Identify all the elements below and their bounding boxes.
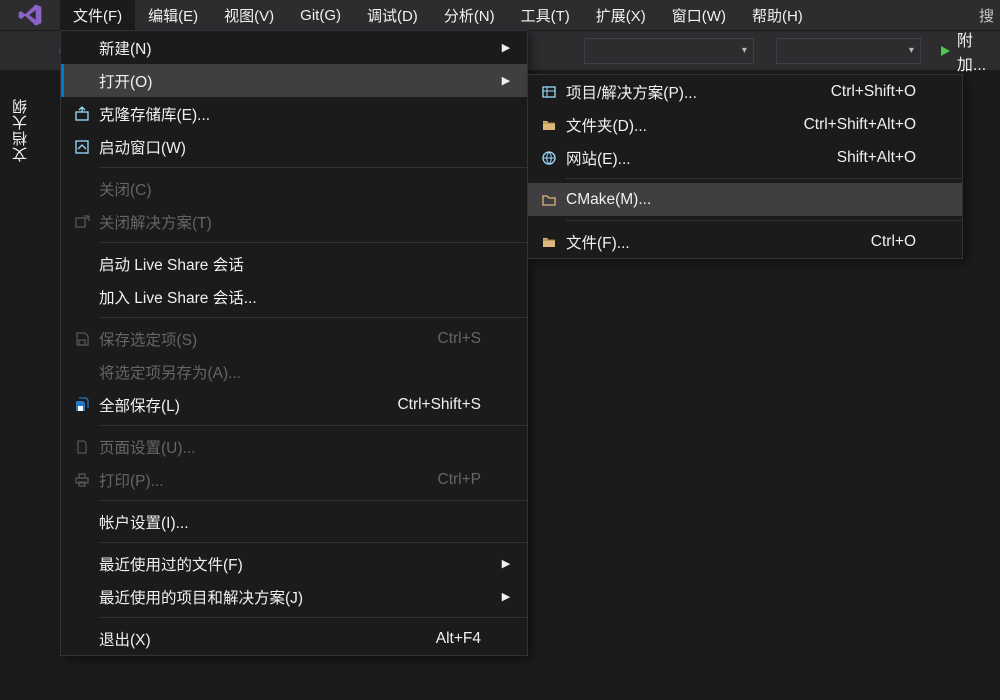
menu-item-label: 克隆存储库(E)... — [99, 103, 481, 125]
file-menu-item: 打印(P)...Ctrl+P — [61, 463, 527, 496]
open-submenu-dropdown: 项目/解决方案(P)...Ctrl+Shift+O文件夹(D)...Ctrl+S… — [527, 74, 963, 259]
home-icon — [65, 139, 99, 155]
menu-item-shortcut: Shift+Alt+O — [837, 149, 934, 167]
menu-help[interactable]: 帮助(H) — [739, 0, 816, 30]
file-menu-item[interactable]: 新建(N) ▶ — [61, 31, 527, 64]
menu-item-shortcut: Ctrl+Shift+O — [831, 83, 934, 101]
menu-item-shortcut: Ctrl+Shift+Alt+O — [804, 116, 934, 134]
open-submenu-item[interactable]: CMake(M)... — [528, 183, 962, 216]
menu-item-label: 打印(P)... — [99, 469, 438, 491]
menu-analyze[interactable]: 分析(N) — [431, 0, 508, 30]
proj-icon — [532, 84, 566, 100]
submenu-arrow-icon: ▶ — [499, 74, 513, 87]
vs-logo — [0, 0, 60, 30]
file-menu-item[interactable]: 加入 Live Share 会话... — [61, 280, 527, 313]
file-menu-item[interactable]: 全部保存(L)Ctrl+Shift+S — [61, 388, 527, 421]
submenu-arrow-icon: ▶ — [499, 41, 513, 54]
file-menu-item[interactable]: 帐户设置(I)... — [61, 505, 527, 538]
menu-item-label: 文件(F)... — [566, 231, 871, 253]
document-outline-tab[interactable]: 文档大纲 — [0, 70, 40, 190]
menu-item-label: 最近使用的项目和解决方案(J) — [99, 586, 481, 608]
file-menu-item[interactable]: 启动窗口(W) — [61, 130, 527, 163]
file-menu-item[interactable]: 退出(X)Alt+F4 — [61, 622, 527, 655]
solution-platform-combo[interactable]: ▾ — [776, 38, 921, 64]
menu-item-shortcut: Ctrl+Shift+S — [397, 396, 499, 414]
menu-item-label: 启动窗口(W) — [99, 136, 481, 158]
saveall-icon — [65, 397, 99, 413]
closesln-icon — [65, 214, 99, 230]
open-submenu-item[interactable]: 网站(E)...Shift+Alt+O — [528, 141, 962, 174]
menu-file[interactable]: 文件(F) — [60, 0, 135, 30]
attach-label: 附加... — [957, 27, 1000, 75]
menu-item-label: 关闭解决方案(T) — [99, 211, 481, 233]
search-box-truncated[interactable]: 搜 — [969, 5, 1000, 26]
menu-item-label: 页面设置(U)... — [99, 436, 481, 458]
document-outline-label: 文档大纲 — [10, 98, 31, 162]
open-submenu-item[interactable]: 项目/解决方案(P)...Ctrl+Shift+O — [528, 75, 962, 108]
file-menu-item[interactable]: 克隆存储库(E)... — [61, 97, 527, 130]
open-submenu-item[interactable]: 文件(F)...Ctrl+O — [528, 225, 962, 258]
folder2-icon — [532, 192, 566, 208]
menu-item-label: 将选定项另存为(A)... — [99, 361, 481, 383]
menu-item-shortcut: Ctrl+P — [438, 471, 500, 489]
menu-item-label: 文件夹(D)... — [566, 114, 804, 136]
menu-window[interactable]: 窗口(W) — [659, 0, 739, 30]
menu-tools[interactable]: 工具(T) — [508, 0, 583, 30]
save-icon — [65, 331, 99, 347]
file-menu-item: 关闭解决方案(T) — [61, 205, 527, 238]
menu-item-label: 打开(O) — [99, 70, 481, 92]
submenu-arrow-icon: ▶ — [499, 590, 513, 603]
menu-item-label: 退出(X) — [99, 628, 436, 650]
folder-icon — [532, 117, 566, 133]
file-menu-dropdown: 新建(N) ▶ 打开(O) ▶ 克隆存储库(E)... 启动窗口(W) 关闭(C) 关闭解决方… — [60, 30, 528, 656]
file-menu-item: 将选定项另存为(A)... — [61, 355, 527, 388]
menu-item-label: 帐户设置(I)... — [99, 511, 481, 533]
menu-item-label: 关闭(C) — [99, 178, 481, 200]
menu-item-label: 最近使用过的文件(F) — [99, 553, 481, 575]
menu-item-label: 加入 Live Share 会话... — [99, 286, 481, 308]
menu-item-label: 新建(N) — [99, 37, 481, 59]
folder-icon — [532, 234, 566, 250]
print-icon — [65, 472, 99, 488]
menu-item-shortcut: Alt+F4 — [436, 630, 499, 648]
menu-edit[interactable]: 编辑(E) — [135, 0, 211, 30]
menu-debug[interactable]: 调试(D) — [354, 0, 431, 30]
clone-icon — [65, 106, 99, 122]
menu-item-shortcut: Ctrl+S — [438, 330, 500, 348]
menu-item-label: 网站(E)... — [566, 147, 837, 169]
file-menu-item[interactable]: 最近使用过的文件(F) ▶ — [61, 547, 527, 580]
menu-item-label: 启动 Live Share 会话 — [99, 253, 481, 275]
play-icon — [939, 45, 951, 57]
file-menu-item: 关闭(C) — [61, 172, 527, 205]
menu-git[interactable]: Git(G) — [287, 0, 354, 30]
menu-extensions[interactable]: 扩展(X) — [583, 0, 659, 30]
open-submenu-item[interactable]: 文件夹(D)...Ctrl+Shift+Alt+O — [528, 108, 962, 141]
file-menu-item: 保存选定项(S)Ctrl+S — [61, 322, 527, 355]
submenu-arrow-icon: ▶ — [499, 557, 513, 570]
menu-view[interactable]: 视图(V) — [211, 0, 287, 30]
attach-button[interactable]: 附加... — [939, 27, 1000, 75]
menu-item-label: 保存选定项(S) — [99, 328, 438, 350]
file-menu-item[interactable]: 启动 Live Share 会话 — [61, 247, 527, 280]
menu-item-label: 项目/解决方案(P)... — [566, 81, 831, 103]
menu-item-shortcut: Ctrl+O — [871, 233, 934, 251]
menu-item-label: CMake(M)... — [566, 191, 916, 209]
web-icon — [532, 150, 566, 166]
page-icon — [65, 439, 99, 455]
menu-bar: 文件(F) 编辑(E) 视图(V) Git(G) 调试(D) 分析(N) 工具(… — [0, 0, 1000, 30]
file-menu-item[interactable]: 打开(O) ▶ — [61, 64, 527, 97]
file-menu-item[interactable]: 最近使用的项目和解决方案(J) ▶ — [61, 580, 527, 613]
file-menu-item: 页面设置(U)... — [61, 430, 527, 463]
menu-item-label: 全部保存(L) — [99, 394, 397, 416]
solution-config-combo[interactable]: ▾ — [584, 38, 754, 64]
